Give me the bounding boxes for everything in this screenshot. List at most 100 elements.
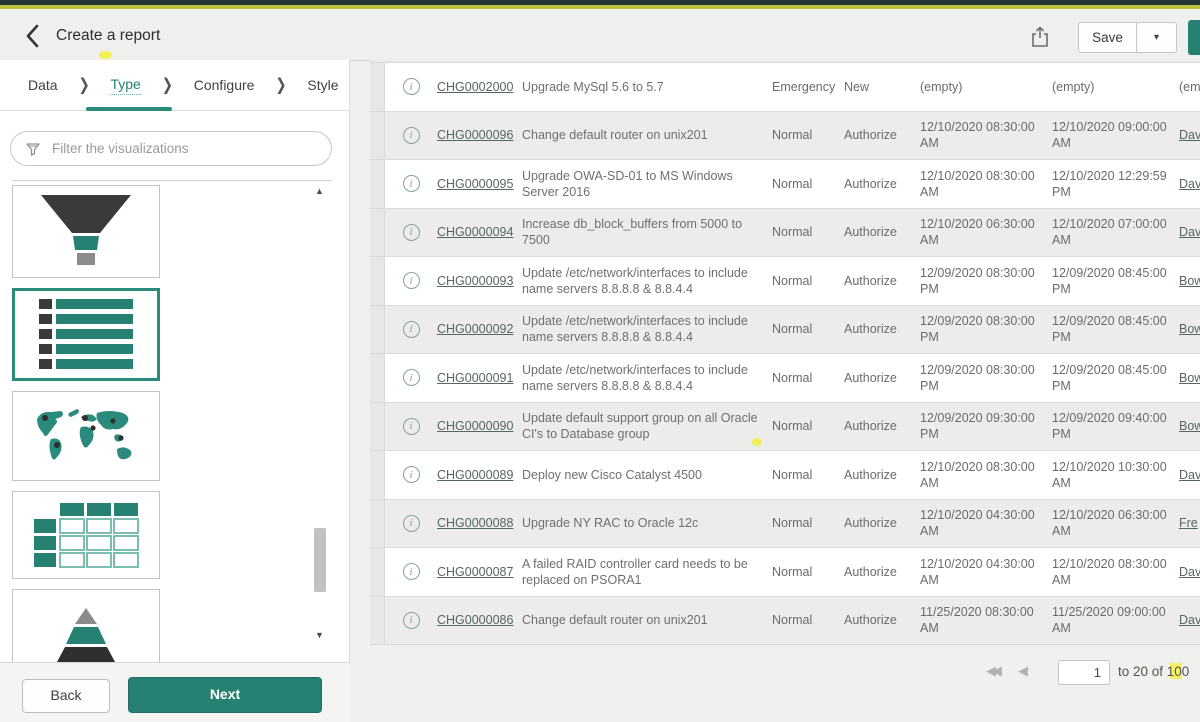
chevron-right-icon: ❯	[79, 75, 90, 95]
viz-option-list[interactable]	[12, 288, 160, 381]
row-number-link[interactable]: CHG0000089	[437, 467, 513, 483]
row-priority: Normal	[772, 160, 842, 208]
row-priority: Normal	[772, 548, 842, 596]
pagination-bar: ◀◀ ◀ to 20 of 100	[370, 650, 1200, 695]
viz-option-funnel[interactable]	[12, 185, 160, 278]
info-icon[interactable]: i	[403, 175, 420, 192]
scroll-down-icon[interactable]: ▼	[315, 630, 324, 640]
row-short-description: Upgrade OWA-SD-01 to MS Windows Server 2…	[522, 160, 762, 208]
info-icon[interactable]: i	[403, 272, 420, 289]
viz-list-scrollbar[interactable]: ▲ ▼	[313, 182, 331, 652]
scrollbar-thumb[interactable]	[314, 528, 326, 592]
scroll-up-icon[interactable]: ▲	[315, 186, 324, 196]
info-icon[interactable]: i	[403, 515, 420, 532]
next-step-button[interactable]: Next	[128, 677, 322, 713]
step-style[interactable]: Style	[307, 77, 338, 93]
info-icon[interactable]: i	[403, 369, 420, 386]
row-assigned-link[interactable]: Dav	[1179, 224, 1200, 240]
row-number-cell: CHG0000096	[437, 112, 522, 160]
info-icon[interactable]: i	[403, 563, 420, 580]
row-state: Authorize	[844, 209, 918, 257]
row-assigned-link[interactable]: Dav	[1179, 564, 1200, 580]
share-button[interactable]	[1026, 22, 1054, 52]
row-priority: Normal	[772, 451, 842, 499]
step-configure[interactable]: Configure	[194, 77, 255, 93]
row-short-description: Change default router on unix201	[522, 112, 762, 160]
row-planned-end: 12/09/2020 08:45:00 PM	[1052, 354, 1174, 402]
row-number-link[interactable]: CHG0000087	[437, 564, 513, 580]
filter-visualizations-input[interactable]	[50, 140, 319, 157]
row-planned-start: 12/10/2020 08:30:00 AM	[920, 112, 1042, 160]
row-assigned-text: (em	[1179, 79, 1200, 95]
row-assigned-link[interactable]: Bow	[1179, 370, 1200, 386]
funnel-chart-icon	[34, 193, 138, 271]
info-icon[interactable]: i	[403, 127, 420, 144]
viz-option-heatmap-table[interactable]	[12, 491, 160, 579]
row-number-link[interactable]: CHG0000096	[437, 127, 513, 143]
row-assigned-link[interactable]: Dav	[1179, 127, 1200, 143]
row-state: Authorize	[844, 500, 918, 548]
row-number-link[interactable]: CHG0000090	[437, 418, 513, 434]
save-dropdown-button[interactable]: ▾	[1136, 22, 1177, 53]
row-number-link[interactable]: CHG0002000	[437, 79, 513, 95]
row-assigned-cell: Bow	[1179, 354, 1200, 402]
row-planned-start: 12/09/2020 09:30:00 PM	[920, 403, 1042, 451]
row-assigned-link[interactable]: Fre	[1179, 515, 1198, 531]
viz-option-pyramid[interactable]	[12, 589, 160, 662]
row-info-cell: i	[385, 403, 437, 451]
row-number-link[interactable]: CHG0000091	[437, 370, 513, 386]
row-short-description: Change default router on unix201	[522, 597, 762, 645]
row-assigned-cell: Dav	[1179, 597, 1200, 645]
row-assigned-cell: Bow	[1179, 403, 1200, 451]
row-planned-end: 12/10/2020 12:29:59 PM	[1052, 160, 1174, 208]
table-rows: iCHG0002000Upgrade MySql 5.6 to 5.7Emerg…	[370, 63, 1200, 645]
row-number-link[interactable]: CHG0000094	[437, 224, 513, 240]
run-button-partial[interactable]	[1188, 20, 1200, 55]
row-planned-start: (empty)	[920, 63, 1042, 111]
table-row: i CHG0000094 Increase db_block_buffers fro…	[370, 209, 1200, 258]
row-info-cell: i	[385, 306, 437, 354]
table-row: i CHG0000086 Change default router on unix…	[370, 597, 1200, 646]
back-button[interactable]	[18, 22, 46, 50]
row-number-link[interactable]: CHG0000093	[437, 273, 513, 289]
row-assigned-link[interactable]: Bow	[1179, 418, 1200, 434]
row-short-description: Increase db_block_buffers from 5000 to 7…	[522, 209, 762, 257]
save-button[interactable]: Save	[1078, 22, 1137, 53]
row-planned-end: 12/10/2020 09:00:00 AM	[1052, 112, 1174, 160]
row-planned-end: 12/10/2020 08:30:00 AM	[1052, 548, 1174, 596]
page-number-input[interactable]	[1058, 660, 1110, 685]
table-row: iCHG0000093Update /etc/network/interface…	[370, 257, 1200, 306]
row-assigned-link[interactable]: Bow	[1179, 273, 1200, 289]
row-number-link[interactable]: CHG0000092	[437, 321, 513, 337]
row-number-link[interactable]: CHG0000095	[437, 176, 513, 192]
step-type[interactable]: Type	[110, 76, 140, 95]
info-icon[interactable]: i	[403, 466, 420, 483]
row-planned-start: 12/10/2020 08:30:00 AM	[920, 160, 1042, 208]
row-number-link[interactable]: CHG0000086	[437, 612, 513, 628]
row-priority: Normal	[772, 257, 842, 305]
cursor-highlight-dot	[752, 438, 762, 446]
table-row: iCHG0000090Update default support group …	[370, 403, 1200, 452]
info-icon[interactable]: i	[403, 78, 420, 95]
info-icon[interactable]: i	[403, 224, 420, 241]
step-data[interactable]: Data	[28, 77, 58, 93]
previous-page-icon[interactable]: ◀	[1018, 663, 1028, 679]
row-assigned-link[interactable]: Dav	[1179, 176, 1200, 192]
header: Create a report Save ▾	[0, 9, 1200, 61]
info-icon[interactable]: i	[403, 612, 420, 629]
row-assigned-link[interactable]: Dav	[1179, 612, 1200, 628]
row-state: Authorize	[844, 451, 918, 499]
row-assigned-link[interactable]: Dav	[1179, 467, 1200, 483]
row-number-cell: CHG0000093	[437, 257, 522, 305]
back-step-button[interactable]: Back	[22, 679, 110, 713]
info-icon[interactable]: i	[403, 418, 420, 435]
row-state: Authorize	[844, 160, 918, 208]
info-icon[interactable]: i	[403, 321, 420, 338]
row-assigned-link[interactable]: Bow	[1179, 321, 1200, 337]
viz-option-world-map[interactable]	[12, 391, 160, 481]
chevron-right-icon: ❯	[162, 75, 173, 95]
first-page-icon[interactable]: ◀◀	[986, 663, 998, 679]
row-assigned-cell: Bow	[1179, 257, 1200, 305]
row-number-link[interactable]: CHG0000088	[437, 515, 513, 531]
row-left-sliver	[370, 209, 385, 257]
